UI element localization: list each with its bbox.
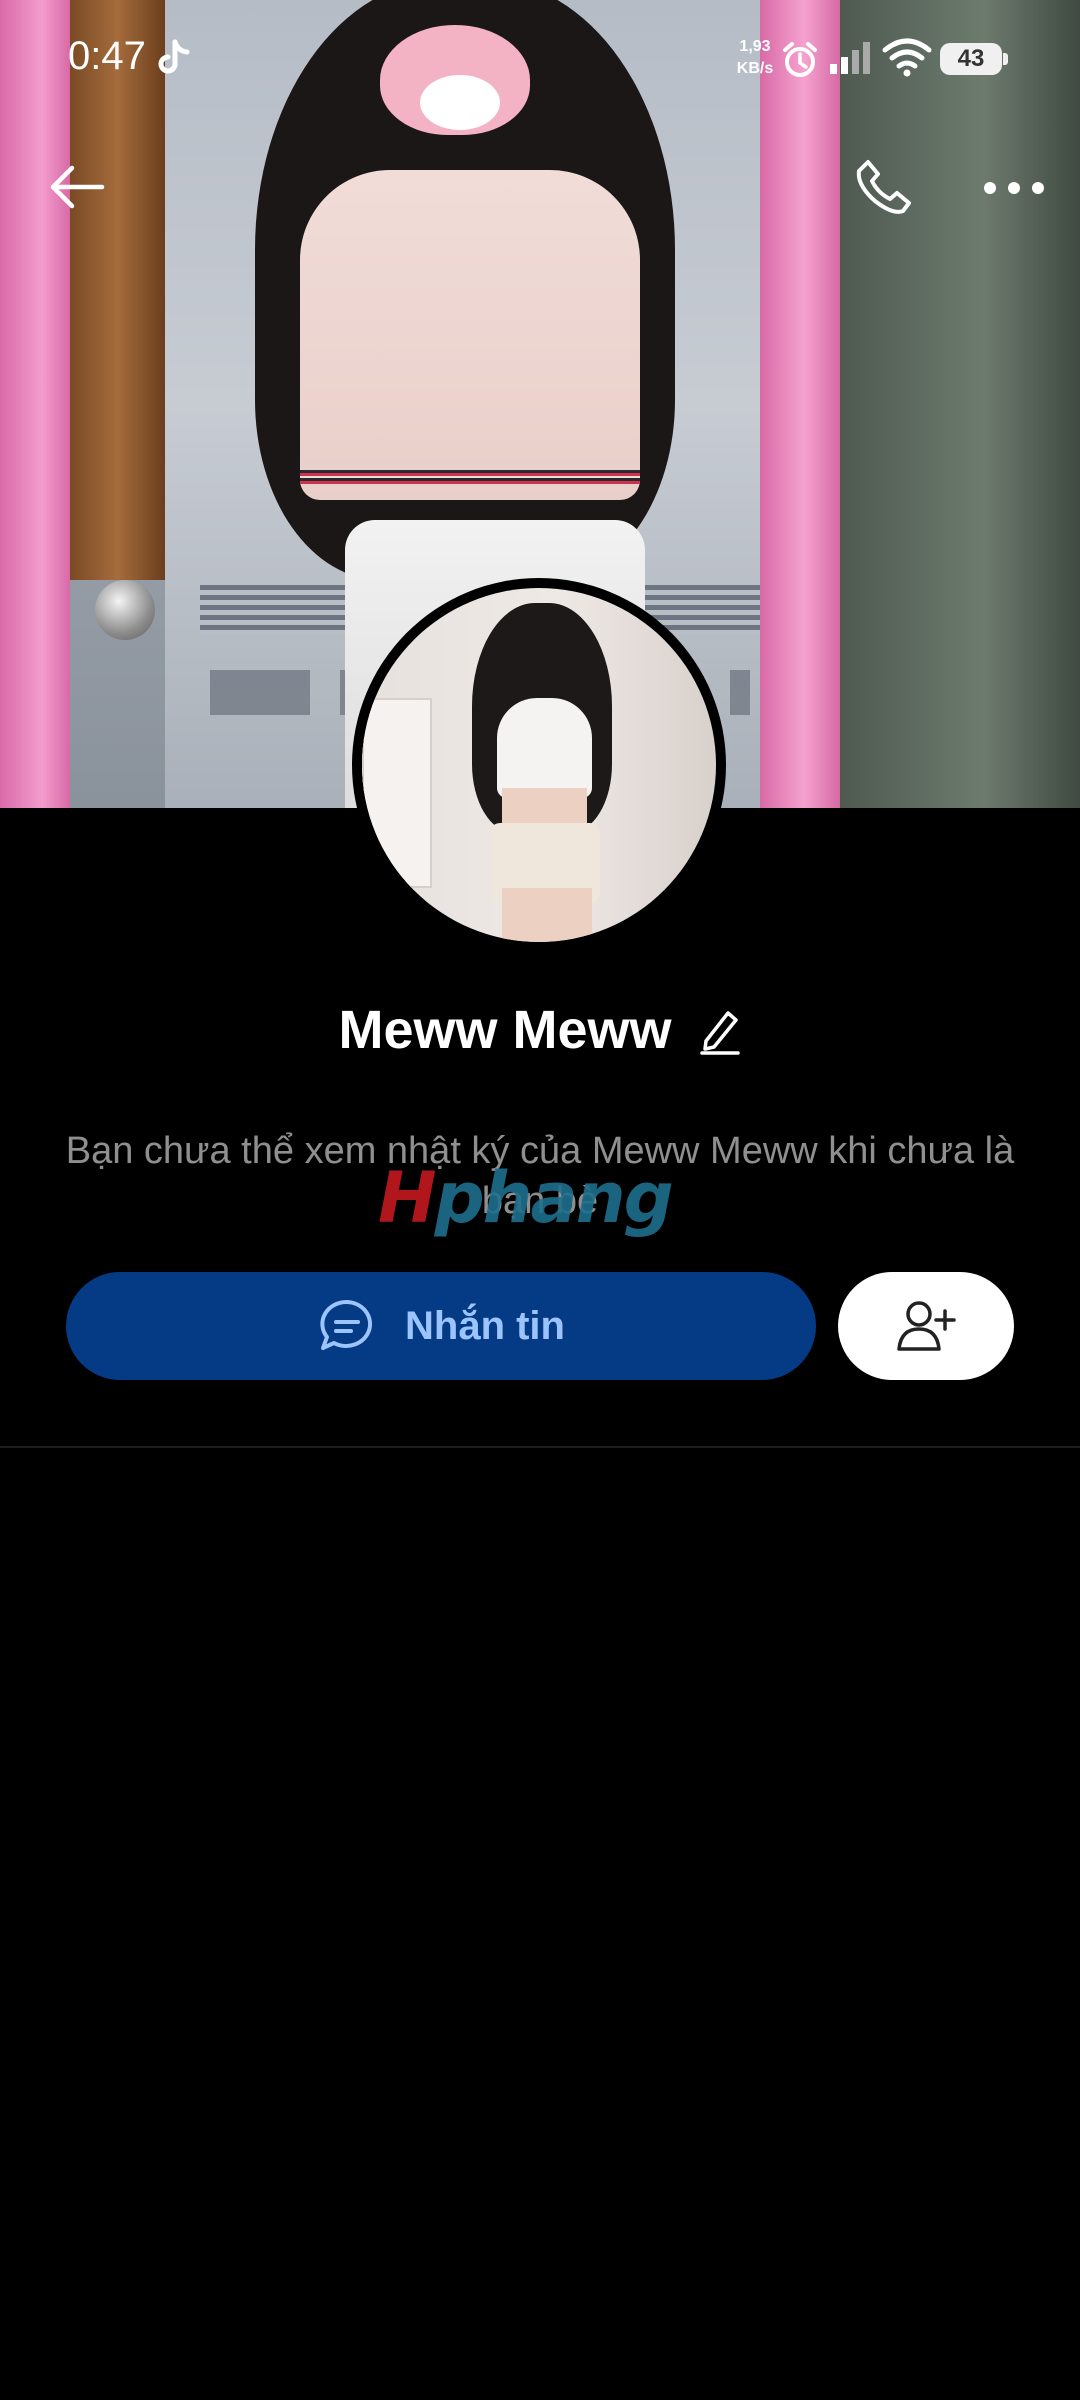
add-person-icon	[897, 1301, 956, 1351]
cover-photo-detail	[300, 170, 640, 500]
cover-photo-detail	[95, 580, 155, 640]
more-dots-icon	[984, 182, 1044, 194]
wifi-icon	[882, 38, 932, 77]
profile-name: Meww Meww	[338, 1000, 672, 1060]
profile-screen: 0:47 1,93 KB/s 43 Meww Meww Bạn chưa thể…	[0, 0, 1080, 2400]
name-row: Meww Meww	[0, 990, 1080, 1070]
avatar[interactable]	[352, 578, 726, 952]
watermark-logo: Hphang	[378, 1160, 708, 1236]
call-button[interactable]	[848, 152, 918, 222]
cover-photo-detail	[0, 0, 70, 808]
network-speed: 1,93 KB/s	[730, 36, 780, 80]
cover-photo-detail	[760, 0, 840, 808]
avatar-photo-detail	[497, 698, 592, 798]
edit-name-button[interactable]	[698, 1005, 742, 1055]
signal-icon	[830, 42, 870, 74]
chat-bubble-icon	[320, 1299, 373, 1350]
message-button-label: Nhắn tin	[405, 1303, 565, 1348]
phone-icon	[856, 160, 911, 214]
battery-icon: 43	[940, 43, 1008, 75]
add-friend-button[interactable]	[838, 1272, 1014, 1380]
watermark-first-letter: H	[378, 1157, 437, 1239]
message-button[interactable]: Nhắn tin	[66, 1272, 816, 1380]
alarm-icon	[783, 42, 817, 77]
tiktok-icon	[158, 39, 190, 74]
avatar-photo-detail	[502, 788, 587, 828]
network-speed-unit: KB/s	[736, 60, 774, 77]
avatar-photo	[362, 588, 716, 942]
cover-photo-detail	[840, 0, 1080, 808]
cover-photo-detail	[300, 470, 640, 484]
status-time: 0:47	[68, 34, 146, 78]
section-divider	[0, 1446, 1080, 1448]
avatar-photo-detail	[502, 888, 592, 942]
avatar-photo-detail	[362, 698, 432, 888]
network-speed-value: 1,93	[739, 38, 771, 55]
back-button[interactable]	[42, 152, 112, 222]
watermark-rest: phang	[434, 1157, 674, 1239]
pencil-icon	[699, 1011, 740, 1055]
more-options-button[interactable]	[976, 152, 1052, 222]
back-arrow-icon	[50, 165, 105, 209]
status-bar: 0:47 1,93 KB/s 43	[0, 0, 1080, 120]
